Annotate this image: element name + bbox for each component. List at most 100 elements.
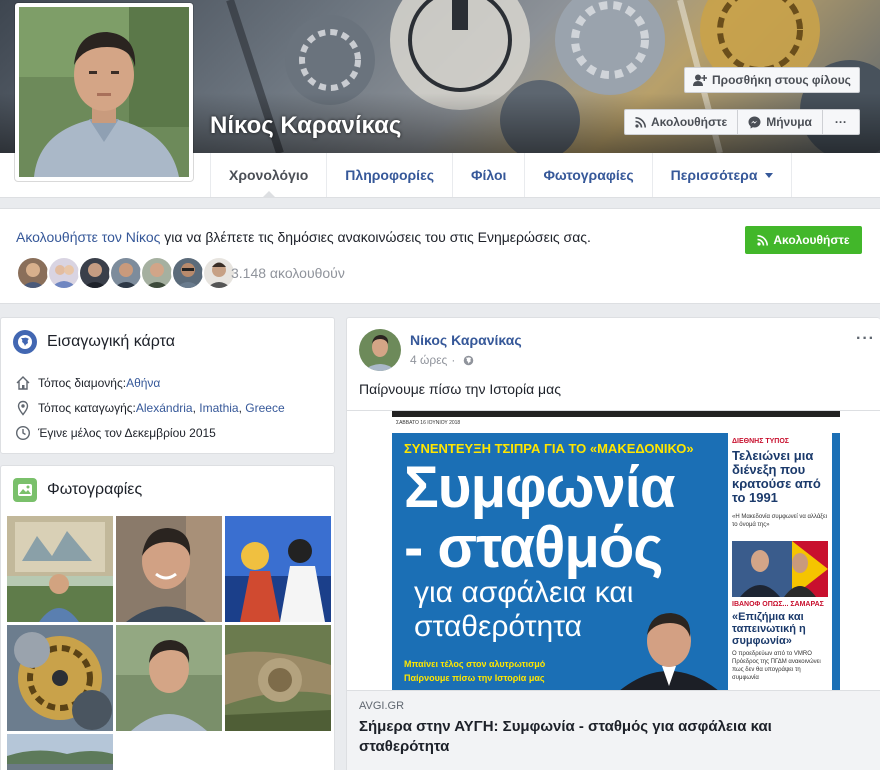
photos-card: Φωτογραφίες (0, 465, 335, 770)
globe-icon (13, 330, 37, 354)
photo-thumbnail[interactable] (116, 625, 222, 731)
tab-friends[interactable]: Φίλοι (452, 153, 524, 197)
follow-button-label: Ακολουθήστε (773, 233, 850, 247)
newspaper-subhead-line-2: σταθερότητα (414, 610, 582, 643)
newspaper-bullet-1: Μπαίνει τέλος στον αλυτρωτισμό (404, 659, 546, 669)
rss-icon (757, 234, 769, 246)
follower-avatar[interactable] (109, 256, 143, 290)
link-preview-caption[interactable]: AVGI.GR Σήμερα στην ΑΥΓΗ: Συμφωνία - στα… (347, 690, 880, 770)
tab-timeline[interactable]: Χρονολόγιο (210, 153, 326, 197)
post-author-name[interactable]: Νίκος Καρανίκας (410, 332, 522, 348)
profile-portrait (19, 7, 189, 177)
caret-down-icon (765, 172, 774, 178)
follower-avatars (16, 256, 236, 290)
profile-picture[interactable] (15, 3, 193, 181)
follower-avatar[interactable] (16, 256, 50, 290)
photo-thumbnail[interactable] (116, 516, 222, 622)
profile-tabs: Χρονολόγιο Πληροφορίες Φίλοι Φωτογραφίες… (210, 153, 793, 197)
more-options-label: ··· (834, 115, 847, 129)
newspaper-bullet-2: Παίρνουμε πίσω την Ιστορία μας (404, 673, 545, 683)
location-pin-icon (17, 400, 29, 416)
newspaper-side-label: ΔΙΕΘΝΗΣ ΤΥΠΟΣ (732, 438, 789, 445)
photo-thumbnail[interactable] (7, 734, 113, 770)
newspaper-masthead: ΣΑΒΒΑΤΟ 16 ΙΟΥΝΙΟΥ 2018 (392, 411, 840, 433)
intro-card-title: Εισαγωγική κάρτα (13, 330, 175, 354)
add-friend-button[interactable]: Προσθήκη στους φίλους (684, 67, 860, 93)
from-label: Τόπος καταγωγής: (38, 401, 136, 415)
newspaper-front-page: ΣΑΒΒΑΤΟ 16 ΙΟΥΝΙΟΥ 2018 ΣΥΝΕΝΤΕΥΞΗ ΤΣΙΠΡ… (392, 411, 840, 690)
newspaper-side-text-2: Ο προεδρεύων από το VMRO Πρόεδρος της ΠΓ… (732, 651, 821, 681)
globe-icon[interactable] (463, 355, 474, 366)
follower-count[interactable]: 3.148 ακολουθούν (231, 265, 345, 281)
intro-title-text: Εισαγωγική κάρτα (47, 333, 176, 350)
photo-thumbnail[interactable] (7, 516, 113, 622)
newspaper-kicker: ΣΥΝΕΝΤΕΥΞΗ ΤΣΙΠΡΑ ΓΙΑ ΤΟ «ΜΑΚΕΔΟΝΙΚΟ» (404, 441, 694, 456)
newspaper-side-text: «Η Μακεδονία συμφωνεί να αλλάξει το όνομ… (732, 514, 827, 528)
lives-in-row: Τόπος διαμονής: Αθήνα (15, 375, 160, 391)
from-comma: , (192, 401, 200, 415)
lives-in-link[interactable]: Αθήνα (126, 376, 160, 390)
newspaper-side-label-2: ΙΒΑΝΟΦ ΟΠΩΣ... ΣΑΜΑΡΑΣ (732, 601, 824, 608)
follow-cover-label: Ακολουθήστε (651, 115, 728, 129)
post-author-avatar[interactable] (359, 329, 401, 371)
add-friend-label: Προσθήκη στους φίλους (712, 73, 851, 87)
link-domain: AVGI.GR (359, 700, 405, 712)
lives-in-label: Τόπος διαμονής: (38, 376, 127, 390)
clock-icon (15, 425, 31, 441)
follow-cover-button[interactable]: Ακολουθήστε (624, 109, 739, 135)
photo-thumbnail[interactable] (7, 625, 113, 731)
post-text: Παίρνουμε πίσω την Ιστορία μας (359, 381, 561, 397)
newspaper-subhead-line-1: για ασφάλεια και (414, 576, 634, 609)
tab-photos[interactable]: Φωτογραφίες (524, 153, 651, 197)
from-link-region[interactable]: Imathia (199, 401, 238, 415)
tab-timeline-label: Χρονολόγιο (229, 167, 309, 183)
message-button[interactable]: Μήνυμα (738, 109, 823, 135)
messenger-icon (748, 116, 761, 128)
link-title[interactable]: Σήμερα στην ΑΥΓΗ: Συμφωνία - σταθμός για… (359, 717, 859, 757)
photos-icon (13, 478, 37, 502)
post-meta: 4 ώρες · (410, 353, 474, 367)
from-link-city[interactable]: Alexándria (136, 401, 193, 415)
follower-avatar[interactable] (171, 256, 205, 290)
newspaper-sidebar: ΔΙΕΘΝΗΣ ΤΥΠΟΣ Τελειώνει μια διένεξη που … (728, 433, 832, 690)
follow-prompt-link[interactable]: Ακολουθήστε τον Νίκος (16, 229, 160, 245)
message-label: Μήνυμα (766, 115, 812, 129)
post-meta-separator: · (451, 353, 456, 367)
photo-thumbnail[interactable] (225, 625, 331, 731)
intro-card: Εισαγωγική κάρτα Τόπος διαμονής: Αθήνα Τ… (0, 317, 335, 454)
cover-action-group: Ακολουθήστε Μήνυμα ··· (624, 109, 860, 135)
rss-icon (635, 116, 646, 128)
post-options-button[interactable]: ··· (856, 330, 875, 348)
follower-avatar[interactable] (47, 256, 81, 290)
from-row: Τόπος καταγωγής: Alexándria, Imathia, Gr… (15, 400, 285, 416)
newspaper-side-photo (732, 541, 828, 597)
photo-thumbnail[interactable] (225, 516, 331, 622)
post-timestamp[interactable]: 4 ώρες (410, 353, 447, 367)
follow-button[interactable]: Ακολουθήστε (745, 226, 862, 254)
follow-banner: Ακολουθήστε τον Νίκος για να βλέπετε τις… (0, 208, 880, 304)
tab-photos-label: Φωτογραφίες (543, 167, 634, 183)
newspaper-headline-line-1: Συμφωνία (404, 455, 676, 520)
tab-friends-label: Φίλοι (471, 167, 507, 183)
tab-about-label: Πληροφορίες (345, 167, 434, 183)
newspaper-headline-line-2: - σταθμός (404, 515, 663, 580)
joined-row: Έγινε μέλος τον Δεκεμβρίου 2015 (15, 425, 216, 441)
link-preview-image[interactable]: ΣΑΒΒΑΤΟ 16 ΙΟΥΝΙΟΥ 2018 ΣΥΝΕΝΤΕΥΞΗ ΤΣΙΠΡ… (347, 410, 880, 690)
tab-about[interactable]: Πληροφορίες (326, 153, 452, 197)
profile-name[interactable]: Νίκος Καρανίκας (210, 112, 401, 140)
tab-more[interactable]: Περισσότερα (651, 153, 793, 197)
follower-avatar[interactable] (140, 256, 174, 290)
from-comma: , (238, 401, 246, 415)
joined-text: Έγινε μέλος τον Δεκεμβρίου 2015 (38, 426, 216, 440)
tab-more-label: Περισσότερα (670, 167, 758, 183)
post-card: Νίκος Καρανίκας 4 ώρες · ··· Παίρνουμε π… (346, 317, 880, 770)
from-link-country[interactable]: Greece (245, 401, 284, 415)
newspaper-portrait (620, 613, 718, 690)
follow-prompt: Ακολουθήστε τον Νίκος για να βλέπετε τις… (16, 229, 591, 245)
follower-avatar[interactable] (78, 256, 112, 290)
more-options-button[interactable]: ··· (822, 109, 860, 135)
newspaper-date: ΣΑΒΒΑΤΟ 16 ΙΟΥΝΙΟΥ 2018 (396, 420, 461, 426)
newspaper-side-headline: Τελειώνει μια διένεξη που κρατούσε από τ… (732, 448, 821, 505)
photos-card-title[interactable]: Φωτογραφίες (13, 478, 142, 502)
follow-prompt-text: για να βλέπετε τις δημόσιες ανακοινώσεις… (160, 229, 591, 245)
